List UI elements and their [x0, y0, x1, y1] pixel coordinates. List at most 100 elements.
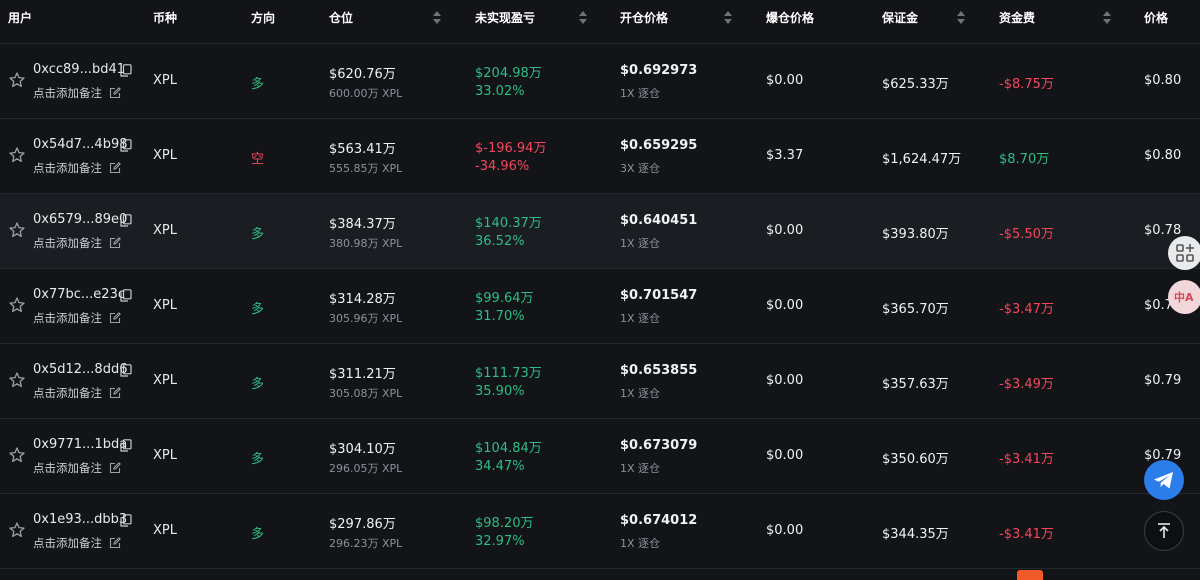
copy-icon[interactable] [120, 289, 132, 302]
edit-icon[interactable] [109, 462, 121, 474]
add-note-link[interactable]: 点击添加备注 [33, 310, 102, 326]
margin-value: $350.60万 [882, 452, 949, 467]
header-user[interactable]: 用户 [8, 0, 32, 36]
translate-button[interactable]: 中A [1168, 280, 1200, 314]
position-value: $304.10万 [329, 442, 396, 457]
header-direction[interactable]: 方向 [251, 0, 275, 36]
favorite-star-icon[interactable] [8, 446, 26, 464]
add-note-link[interactable]: 点击添加备注 [33, 385, 102, 401]
back-to-top-icon [1158, 523, 1170, 538]
table-row[interactable]: 0x5d12...8dd6 点击添加备注 XPL 多 $311.21万 305.… [0, 344, 1200, 419]
liquidation-price: $0.00 [766, 373, 804, 388]
favorite-star-icon[interactable] [8, 521, 26, 539]
funding-fee: $8.70万 [999, 152, 1050, 167]
header-upnl[interactable]: 未实现盈亏 [475, 0, 535, 36]
table-row[interactable]: 0x77bc...e23c 点击添加备注 XPL 多 $314.28万 305.… [0, 269, 1200, 344]
copy-icon[interactable] [120, 64, 132, 77]
sort-margin-icon[interactable] [957, 11, 965, 25]
unrealized-pnl: $140.37万 [475, 216, 542, 231]
sort-position-icon[interactable] [433, 11, 441, 25]
copy-icon[interactable] [120, 214, 132, 227]
margin-value: $1,624.47万 [882, 152, 962, 167]
header-margin[interactable]: 保证金 [882, 0, 918, 36]
unrealized-pnl: $204.98万 [475, 66, 542, 81]
direction-badge: 多 [251, 452, 265, 467]
sort-entry-icon[interactable] [724, 11, 732, 25]
wallet-address[interactable]: 0x9771...1bda [33, 437, 127, 452]
wallet-address[interactable]: 0x6579...89e0 [33, 212, 127, 227]
leverage-mode: 1X 逐仓 [620, 237, 661, 250]
coin-symbol: XPL [153, 448, 177, 463]
grid-plus-icon [1176, 244, 1194, 262]
direction-badge: 多 [251, 377, 265, 392]
table-row[interactable]: 0x9771...1bda 点击添加备注 XPL 多 $304.10万 296.… [0, 419, 1200, 494]
copy-icon[interactable] [120, 139, 132, 152]
table-row[interactable]: 0x1e93...dbb3 点击添加备注 XPL 多 $297.86万 296.… [0, 494, 1200, 569]
header-funding[interactable]: 资金费 [999, 0, 1035, 36]
position-quantity: 296.23万 XPL [329, 537, 403, 550]
edit-icon[interactable] [109, 237, 121, 249]
liquidation-price: $0.00 [766, 298, 804, 313]
coin-symbol: XPL [153, 73, 177, 88]
liquidation-price: $0.00 [766, 448, 804, 463]
table-row[interactable]: 0xcc89...bd41 点击添加备注 XPL 多 $620.76万 600.… [0, 44, 1200, 119]
telegram-button[interactable] [1144, 460, 1184, 500]
entry-price: $0.673079 [620, 438, 698, 453]
sort-upnl-icon[interactable] [579, 11, 587, 25]
header-entry-price[interactable]: 开仓价格 [620, 0, 668, 36]
liquidation-price: $0.00 [766, 73, 804, 88]
favorite-star-icon[interactable] [8, 71, 26, 89]
leverage-mode: 1X 逐仓 [620, 462, 661, 475]
header-coin[interactable]: 币种 [153, 0, 177, 36]
leverage-mode: 3X 逐仓 [620, 162, 661, 175]
coin-symbol: XPL [153, 223, 177, 238]
edit-icon[interactable] [109, 312, 121, 324]
mark-price: $0.80 [1144, 73, 1182, 88]
entry-price: $0.692973 [620, 63, 698, 78]
table-row[interactable]: 0x54d7...4b98 点击添加备注 XPL 空 $563.41万 555.… [0, 119, 1200, 194]
funding-fee: -$3.49万 [999, 377, 1054, 392]
favorite-star-icon[interactable] [8, 146, 26, 164]
leverage-mode: 1X 逐仓 [620, 387, 661, 400]
favorite-star-icon[interactable] [8, 296, 26, 314]
copy-icon[interactable] [120, 514, 132, 527]
sort-funding-icon[interactable] [1103, 11, 1111, 25]
add-note-link[interactable]: 点击添加备注 [33, 535, 102, 551]
position-quantity: 305.96万 XPL [329, 312, 403, 325]
copy-icon[interactable] [120, 439, 132, 452]
position-quantity: 600.00万 XPL [329, 87, 403, 100]
table-row[interactable]: 0x6579...89e0 点击添加备注 XPL 多 $384.37万 380.… [0, 194, 1200, 269]
add-note-link[interactable]: 点击添加备注 [33, 160, 102, 176]
edit-icon[interactable] [109, 387, 121, 399]
wallet-address[interactable]: 0x54d7...4b98 [33, 137, 128, 152]
unrealized-pnl-percent: 31.70% [475, 309, 525, 324]
wallet-address[interactable]: 0xcc89...bd41 [33, 62, 125, 77]
add-note-link[interactable]: 点击添加备注 [33, 460, 102, 476]
direction-badge: 多 [251, 302, 265, 317]
margin-value: $344.35万 [882, 527, 949, 542]
direction-badge: 空 [251, 152, 265, 167]
add-note-link[interactable]: 点击添加备注 [33, 235, 102, 251]
unrealized-pnl: $98.20万 [475, 516, 534, 531]
edit-icon[interactable] [109, 162, 121, 174]
wallet-address[interactable]: 0x77bc...e23c [33, 287, 125, 302]
favorite-star-icon[interactable] [8, 221, 26, 239]
grid-plus-button[interactable] [1168, 236, 1200, 270]
header-liq-price[interactable]: 爆仓价格 [766, 0, 814, 36]
funding-fee: -$3.41万 [999, 527, 1054, 542]
header-position[interactable]: 仓位 [329, 0, 353, 36]
translate-label: 中A [1174, 291, 1194, 304]
edit-icon[interactable] [109, 87, 121, 99]
edit-icon[interactable] [109, 537, 121, 549]
add-note-link[interactable]: 点击添加备注 [33, 85, 102, 101]
copy-icon[interactable] [120, 364, 132, 377]
liquidation-price: $0.00 [766, 523, 804, 538]
wallet-address[interactable]: 0x1e93...dbb3 [33, 512, 127, 527]
unrealized-pnl: $104.84万 [475, 441, 542, 456]
position-value: $563.41万 [329, 142, 396, 157]
favorite-star-icon[interactable] [8, 371, 26, 389]
back-to-top-button[interactable] [1144, 511, 1184, 551]
wallet-address[interactable]: 0x5d12...8dd6 [33, 362, 127, 377]
entry-price: $0.701547 [620, 288, 698, 303]
header-price[interactable]: 价格 [1144, 0, 1168, 36]
